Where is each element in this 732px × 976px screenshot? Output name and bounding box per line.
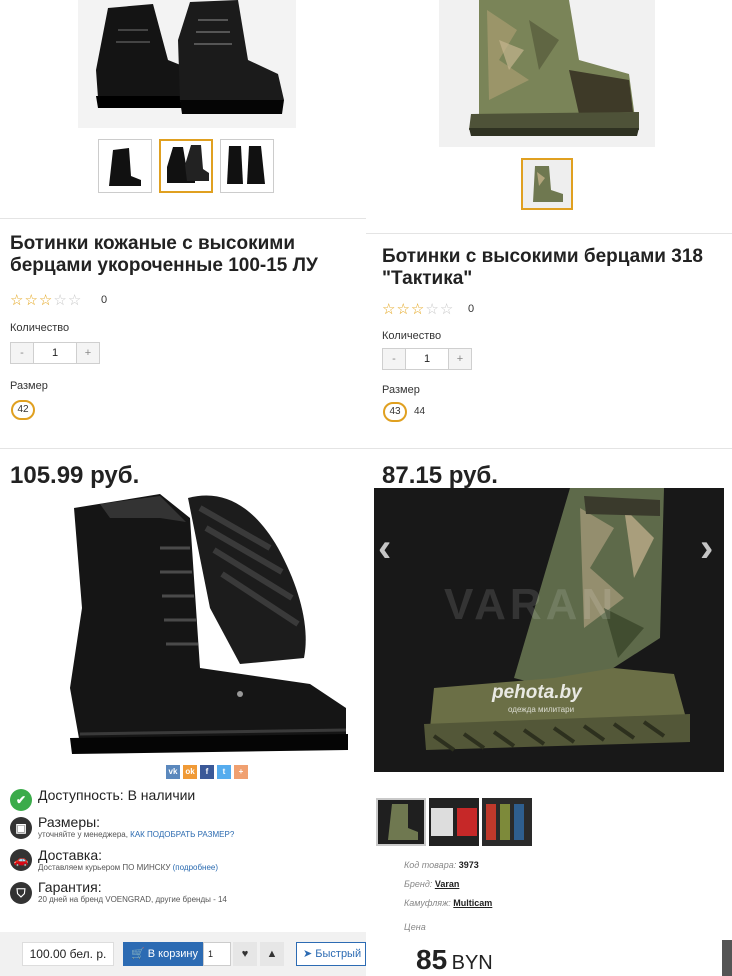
product-title-left[interactable]: Ботинки кожаные с высокими берцами укоро… — [10, 233, 355, 277]
star-icon: ☆ — [425, 301, 440, 318]
star-icon: ☆ — [10, 292, 25, 309]
plus-icon[interactable]: + — [234, 765, 248, 779]
thumbnail-1[interactable] — [98, 139, 152, 193]
quantity-stepper-right: - 1 + — [382, 348, 472, 370]
price-right: 87.15 руб. — [382, 462, 498, 489]
spec-camo-label: Камуфляж: — [404, 898, 451, 908]
sizes-title: Размеры: — [38, 814, 101, 830]
left-top-divider — [0, 218, 366, 219]
delivery-subtext: Доставляем курьером ПО МИНСКУ (подробнее… — [38, 863, 218, 872]
rating-stars-left[interactable]: ☆☆☆☆☆ — [10, 291, 82, 309]
product-image-camo-boot-large[interactable] — [374, 488, 724, 772]
thumbnail-2-selected[interactable] — [159, 139, 213, 193]
spec-brand: Бренд: Varan — [404, 879, 459, 889]
quantity-minus-button[interactable]: - — [11, 343, 33, 363]
quantity-plus-button[interactable]: + — [449, 349, 471, 369]
cart-quantity-input[interactable]: 1 — [203, 942, 231, 966]
delivery-more-link[interactable]: (подробнее) — [173, 863, 218, 872]
star-icon: ☆ — [38, 292, 54, 309]
size-label-right: Размер — [382, 384, 420, 396]
spec-code: Код товара: 3973 — [404, 860, 479, 870]
shield-icon: ⛉ — [10, 882, 32, 904]
star-icon: ☆ — [53, 292, 68, 309]
delivery-subtext-text: Доставляем курьером ПО МИНСКУ — [38, 863, 171, 872]
rating-stars-right[interactable]: ☆☆☆☆☆ — [382, 300, 454, 318]
car-icon: 🚗 — [10, 849, 32, 871]
star-icon: ☆ — [67, 292, 83, 309]
check-icon: ✔ — [10, 789, 32, 811]
rating-count-left: 0 — [101, 294, 108, 306]
quantity-input[interactable]: 1 — [405, 349, 449, 369]
twitter-icon[interactable]: t — [217, 765, 231, 779]
price-left: 105.99 руб. — [10, 462, 140, 489]
social-share-bar: vk ok f t + — [166, 765, 248, 779]
right-top-divider — [366, 233, 732, 234]
star-icon: ☆ — [439, 301, 455, 318]
quantity-minus-button[interactable]: - — [383, 349, 405, 369]
size-label-left: Размер — [10, 380, 48, 392]
left-mid-divider — [0, 448, 366, 449]
product-title-right[interactable]: Ботинки с высокими берцами 318 "Тактика" — [382, 246, 727, 290]
gallery-thumb-1-selected[interactable] — [376, 798, 426, 846]
size-option-43[interactable]: 43 — [383, 402, 407, 422]
star-icon: ☆ — [410, 301, 426, 318]
quantity-stepper-left: - 1 + — [10, 342, 100, 364]
warranty-subtext: 20 дней на бренд VOENGRAD, другие бренды… — [38, 895, 227, 904]
ok-icon[interactable]: ok — [183, 765, 197, 779]
gallery-next-arrow-icon[interactable]: › — [700, 526, 713, 571]
pehota-overlay-sub: одежда милитари — [508, 705, 575, 714]
quantity-plus-button[interactable]: + — [77, 343, 99, 363]
scroll-edge[interactable] — [722, 940, 732, 976]
compare-chart-icon[interactable]: ▲ — [260, 942, 284, 966]
spec-price-label: Цена — [404, 922, 426, 932]
detail-price: 85 BYN — [416, 944, 493, 976]
size-option-44[interactable]: 44 — [414, 406, 425, 417]
size-guide-link[interactable]: КАК ПОДОБРАТЬ РАЗМЕР? — [130, 830, 234, 839]
quantity-input[interactable]: 1 — [33, 343, 77, 363]
facebook-icon[interactable]: f — [200, 765, 214, 779]
varan-watermark: VARAN — [444, 580, 618, 629]
spec-code-value: 3973 — [458, 860, 479, 870]
add-to-cart-button[interactable]: 🛒 В корзину — [123, 942, 203, 966]
send-icon: ➤ — [303, 948, 313, 960]
quick-buy-label: Быстрый — [315, 948, 362, 960]
delivery-title: Доставка: — [38, 847, 103, 863]
gallery-thumb-3[interactable] — [482, 798, 532, 846]
availability-text: Доступность: В наличии — [38, 787, 196, 803]
right-mid-divider — [366, 448, 732, 449]
pehota-overlay: pehota.by — [492, 682, 582, 703]
product-image-black-boot-large[interactable] — [10, 488, 366, 764]
star-icon: ☆ — [382, 301, 397, 318]
thumbnail-3[interactable] — [220, 139, 274, 193]
cart-icon: 🛒 — [131, 948, 145, 960]
quantity-label-right: Количество — [382, 330, 442, 342]
size-option-42[interactable]: 42 — [11, 400, 35, 420]
thumbnail-camo-selected[interactable] — [521, 158, 573, 210]
quantity-label-left: Количество — [10, 322, 70, 334]
spec-brand-label: Бренд: — [404, 879, 433, 889]
spec-brand-link[interactable]: Varan — [435, 879, 460, 889]
spec-code-label: Код товара: — [404, 860, 457, 870]
product-image-camo-boot[interactable] — [439, 0, 655, 147]
spec-camo-link[interactable]: Multicam — [453, 898, 492, 908]
detail-price-value: 85 — [416, 944, 448, 975]
star-icon: ☆ — [24, 292, 39, 309]
spec-camo: Камуфляж: Multicam — [404, 898, 492, 908]
quick-buy-button[interactable]: ➤ Быстрый — [296, 942, 366, 966]
buy-bar-price: 100.00 бел. р. — [22, 942, 114, 966]
sizes-subtext: уточняйте у менеджера, КАК ПОДОБРАТЬ РАЗ… — [38, 830, 234, 839]
rating-count-right: 0 — [468, 303, 475, 315]
star-icon: ☆ — [396, 301, 411, 318]
gallery-thumb-2[interactable] — [429, 798, 479, 846]
gallery-prev-arrow-icon[interactable]: ‹ — [378, 526, 391, 571]
add-to-cart-label: В корзину — [147, 948, 198, 960]
briefcase-icon: ▣ — [10, 817, 32, 839]
product-image-leather-boot[interactable] — [78, 0, 296, 128]
sizes-subtext-text: уточняйте у менеджера, — [38, 830, 128, 839]
vk-icon[interactable]: vk — [166, 765, 180, 779]
warranty-title: Гарантия: — [38, 879, 102, 895]
wishlist-heart-icon[interactable]: ♥ — [233, 942, 257, 966]
detail-price-currency: BYN — [451, 952, 493, 974]
